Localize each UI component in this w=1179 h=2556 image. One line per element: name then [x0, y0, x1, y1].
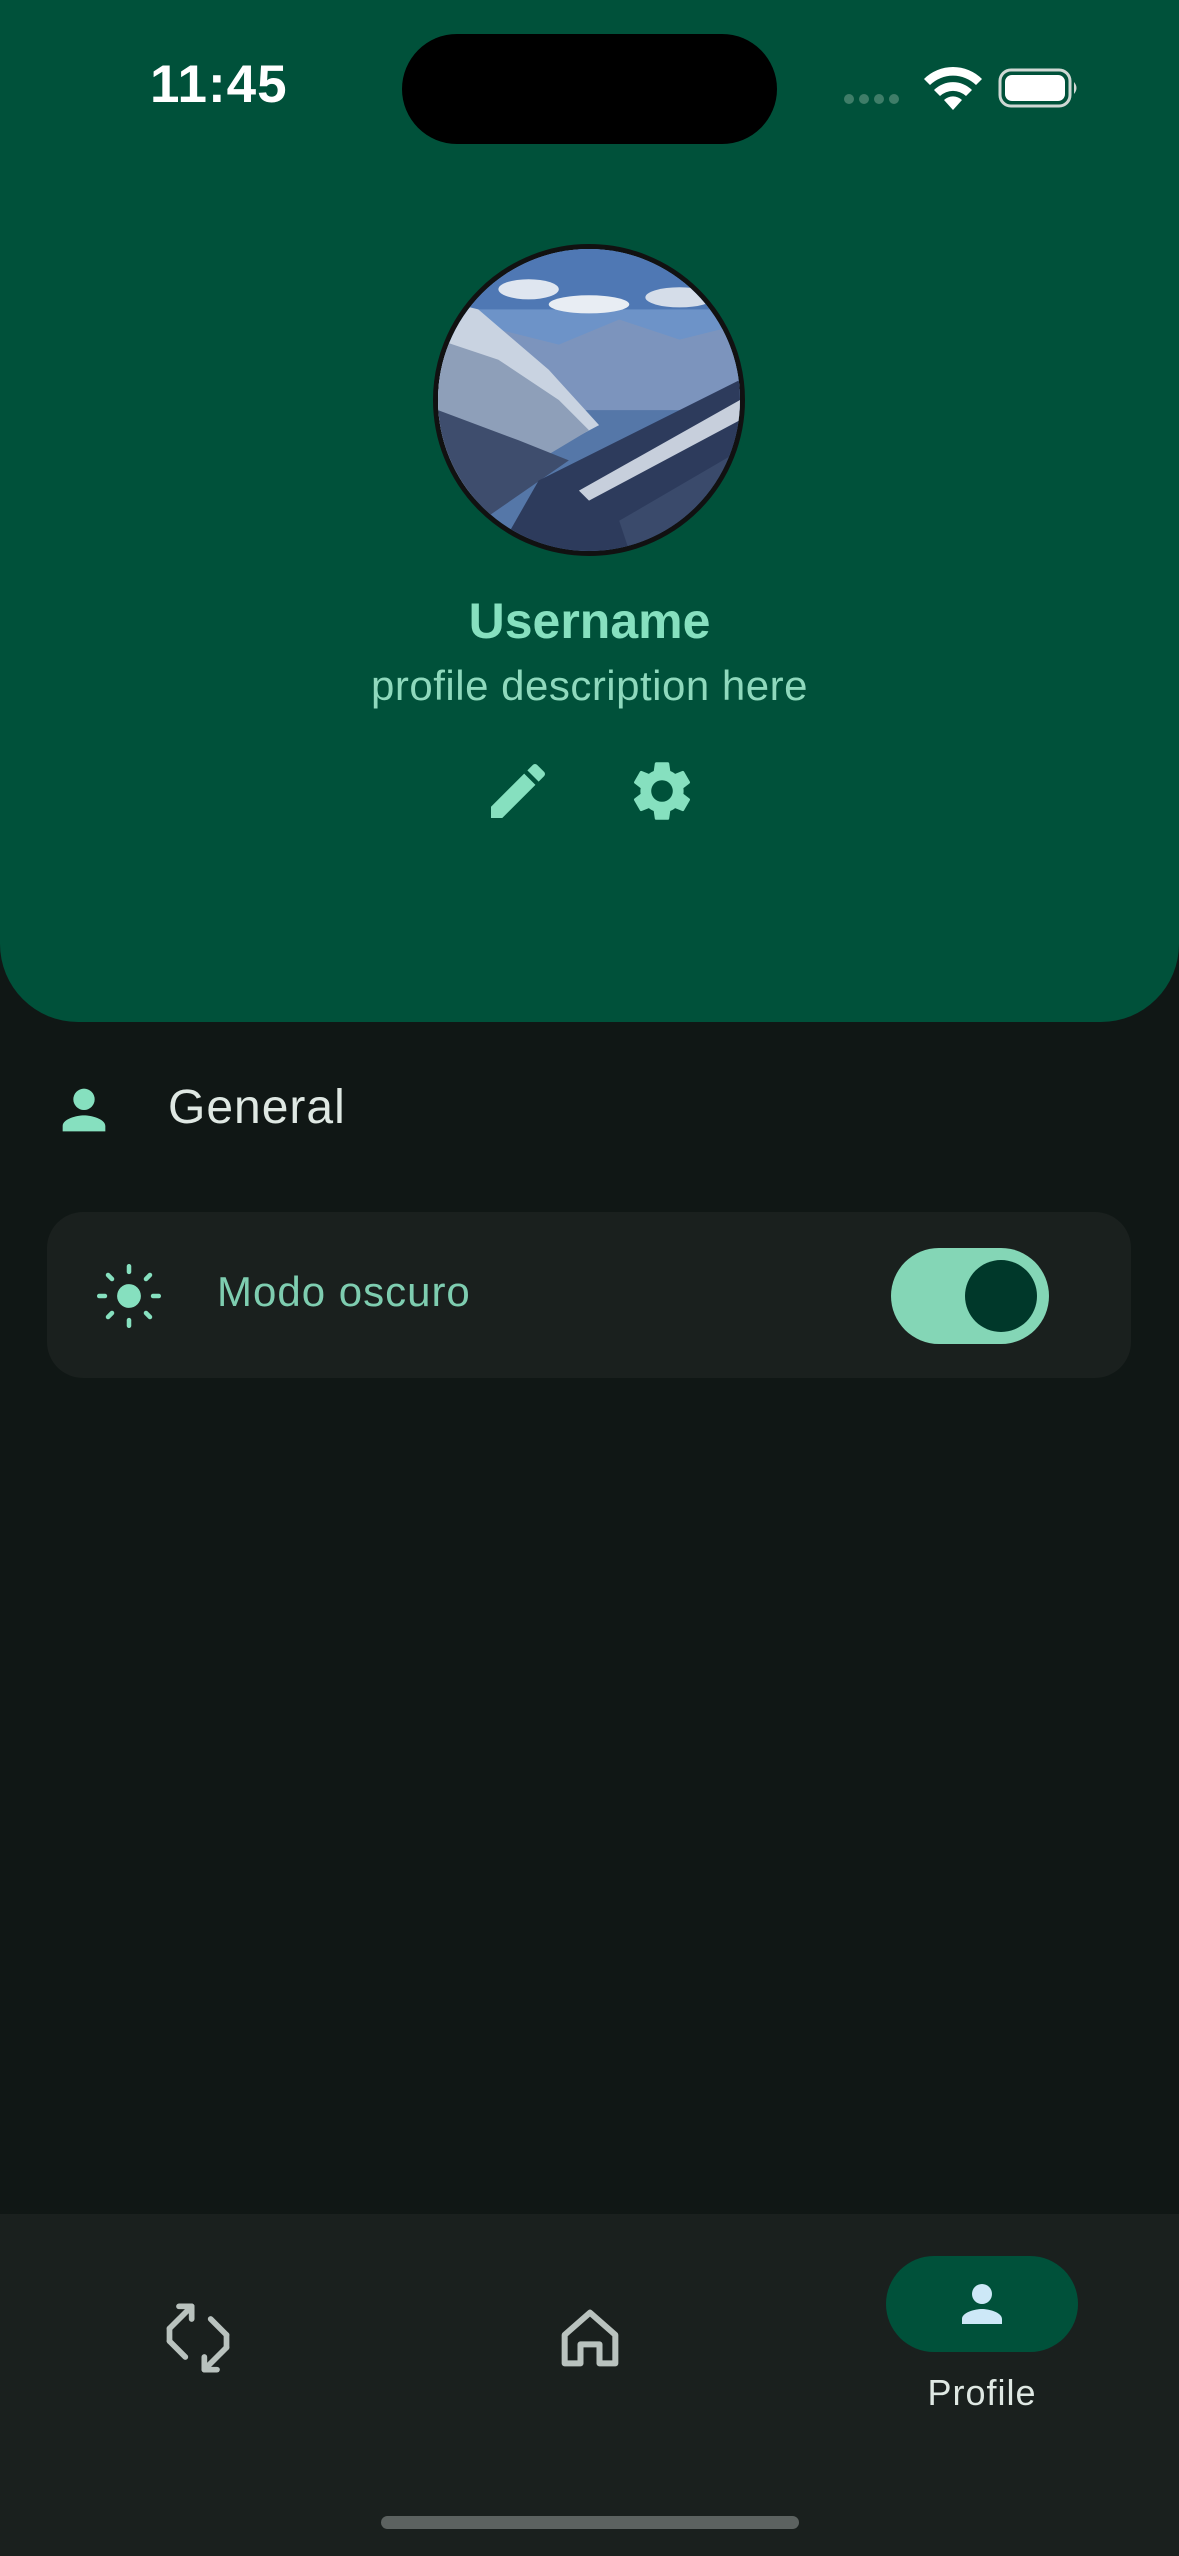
section-label: General — [168, 1081, 346, 1134]
toggle-knob — [965, 1260, 1037, 1332]
nav-profile-button[interactable] — [886, 2256, 1078, 2352]
bottom-navigation: Profile — [0, 2214, 1179, 2556]
profile-header: 11:45 Username profile description here — [0, 0, 1179, 1022]
home-indicator — [381, 2516, 799, 2529]
username: Username — [468, 593, 711, 649]
sun-icon — [96, 1263, 162, 1329]
swap-icon[interactable] — [160, 2300, 236, 2376]
settings-button[interactable] — [626, 755, 698, 827]
status-time: 11:45 — [150, 55, 288, 114]
profile-screen: 11:45 Username profile description here … — [0, 0, 1179, 2556]
dark-mode-setting: Modo oscuro — [47, 1212, 1131, 1378]
edit-profile-button[interactable] — [482, 755, 554, 827]
profile-description: profile description here — [371, 662, 808, 709]
avatar[interactable] — [433, 244, 745, 556]
pencil-icon — [491, 763, 546, 818]
home-icon[interactable] — [552, 2300, 628, 2376]
mountain-photo — [438, 249, 740, 551]
battery-icon — [998, 68, 1077, 108]
wifi-icon — [924, 66, 982, 110]
dark-mode-label: Modo oscuro — [217, 1268, 471, 1315]
gear-icon — [633, 762, 691, 820]
person-icon — [62, 1088, 106, 1132]
nav-profile-label[interactable]: Profile — [886, 2372, 1078, 2414]
person-icon — [962, 2284, 1002, 2324]
dark-mode-toggle[interactable] — [891, 1248, 1049, 1344]
dynamic-island — [402, 34, 777, 144]
